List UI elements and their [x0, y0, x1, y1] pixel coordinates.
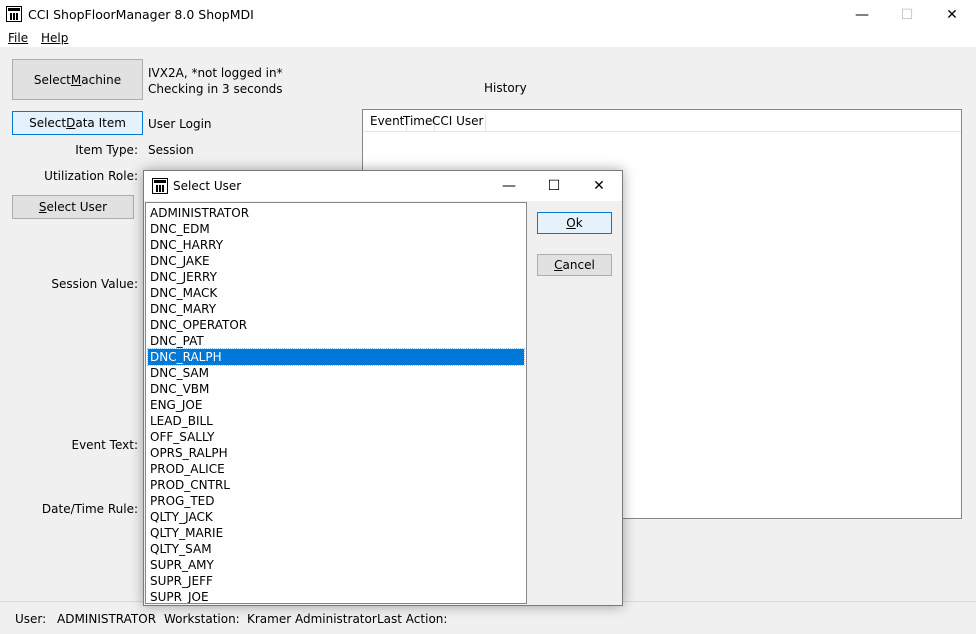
dialog-title: Select User: [173, 179, 242, 193]
button-label: ata Item: [75, 116, 126, 130]
list-item[interactable]: DNC_OPERATOR: [148, 317, 524, 333]
list-item[interactable]: DNC_SAM: [148, 365, 524, 381]
list-item[interactable]: DNC_EDM: [148, 221, 524, 237]
button-label-mnemonic: D: [66, 116, 76, 130]
maximize-icon: ☐: [547, 178, 561, 194]
ok-button[interactable]: Ok: [537, 212, 612, 234]
list-item[interactable]: DNC_JAKE: [148, 253, 524, 269]
menu-help[interactable]: Help: [41, 31, 68, 45]
history-header: Event Time CCI User: [363, 110, 961, 132]
close-icon: ✕: [593, 178, 605, 194]
item-type-label: Item Type:: [75, 143, 138, 157]
minimize-icon: —: [855, 7, 869, 23]
button-label-mnemonic: S: [38, 200, 47, 214]
button-label: achine: [81, 72, 122, 87]
dialog-close-button[interactable]: ✕: [577, 171, 621, 201]
window-title: CCI ShopFloorManager 8.0 ShopMDI: [28, 7, 254, 22]
list-item[interactable]: OPRS_RALPH: [148, 445, 524, 461]
menu-file[interactable]: File: [8, 31, 28, 45]
select-data-item-button[interactable]: Select Data Item: [12, 111, 143, 135]
button-label: elect User: [46, 200, 108, 214]
machine-status: IVX2A, *not logged in*: [148, 66, 283, 80]
list-item[interactable]: PROD_ALICE: [148, 461, 524, 477]
select-user-dialog: Select User — ☐ ✕ ADMINISTRATOR DNC_EDM DN…: [143, 170, 623, 606]
button-label-mnemonic: C: [554, 258, 563, 272]
list-item[interactable]: PROG_TED: [148, 493, 524, 509]
button-label: k: [575, 216, 583, 230]
date-time-rule-label: Date/Time Rule:: [41, 502, 138, 516]
minimize-button[interactable]: —: [839, 0, 885, 30]
button-label-mnemonic: O: [566, 216, 576, 230]
close-icon: ✕: [946, 7, 958, 23]
select-user-button[interactable]: Select User: [12, 195, 134, 219]
column-header-cci-user[interactable]: CCI User: [432, 114, 487, 131]
dialog-minimize-button[interactable]: —: [487, 171, 531, 201]
list-item[interactable]: PROD_CNTRL: [148, 477, 524, 493]
button-label: Select: [29, 116, 67, 130]
list-item[interactable]: SUPR_AMY: [148, 557, 524, 573]
list-item[interactable]: QLTY_MARIE: [148, 525, 524, 541]
list-item[interactable]: ADMINISTRATOR: [148, 205, 524, 221]
list-item[interactable]: LEAD_BILL: [148, 413, 524, 429]
data-item-value: User Login: [148, 117, 212, 131]
list-item[interactable]: QLTY_SAM: [148, 541, 524, 557]
list-item[interactable]: DNC_MARY: [148, 301, 524, 317]
maximize-button[interactable]: ☐: [884, 0, 930, 30]
app-icon: [6, 6, 22, 22]
maximize-icon: ☐: [900, 7, 914, 23]
list-item[interactable]: DNC_MACK: [148, 285, 524, 301]
event-text-label: Event Text:: [71, 438, 138, 452]
utilization-role-label: Utilization Role:: [44, 169, 138, 183]
status-user-label: User:: [15, 612, 47, 626]
checking-status: Checking in 3 seconds: [148, 82, 283, 96]
close-button[interactable]: ✕: [929, 0, 975, 30]
list-item[interactable]: DNC_HARRY: [148, 237, 524, 253]
list-item[interactable]: SUPR_JOE: [148, 589, 524, 603]
button-label: ancel: [562, 258, 595, 272]
list-item[interactable]: DNC_PAT: [148, 333, 524, 349]
list-item[interactable]: OFF_SALLY: [148, 429, 524, 445]
list-item[interactable]: ENG_JOE: [148, 397, 524, 413]
button-label: Select: [33, 72, 71, 87]
title-bar: CCI ShopFloorManager 8.0 ShopMDI — ☐ ✕: [0, 0, 976, 30]
app-icon: [152, 178, 168, 194]
select-machine-button[interactable]: Select Machine: [12, 59, 143, 100]
minimize-icon: —: [502, 178, 516, 194]
history-label: History: [484, 81, 527, 95]
status-user-value: ADMINISTRATOR: [57, 612, 157, 626]
list-item[interactable]: DNC_JERRY: [148, 269, 524, 285]
dialog-maximize-button[interactable]: ☐: [532, 171, 576, 201]
status-workstation-value: Kramer Administrator: [247, 612, 377, 626]
user-listbox[interactable]: ADMINISTRATOR DNC_EDM DNC_HARRY DNC_JAKE DNC…: [145, 202, 527, 604]
list-item[interactable]: SUPR_JEFF: [148, 573, 524, 589]
column-header-time[interactable]: Time: [403, 114, 436, 131]
item-type-value: Session: [148, 143, 194, 157]
list-item[interactable]: QLTY_JACK: [148, 509, 524, 525]
session-value-label: Session Value:: [51, 277, 138, 291]
status-workstation-label: Workstation:: [164, 612, 240, 626]
menu-bar: File Help: [0, 30, 976, 47]
dialog-title-bar: Select User — ☐ ✕: [144, 171, 622, 201]
list-item[interactable]: DNC_RALPH: [147, 348, 525, 366]
button-label-mnemonic: M: [70, 72, 82, 87]
list-item[interactable]: DNC_VBM: [148, 381, 524, 397]
column-header-event[interactable]: Event: [370, 114, 408, 131]
status-last-action-label: Last Action:: [377, 612, 448, 626]
cancel-button[interactable]: Cancel: [537, 254, 612, 276]
